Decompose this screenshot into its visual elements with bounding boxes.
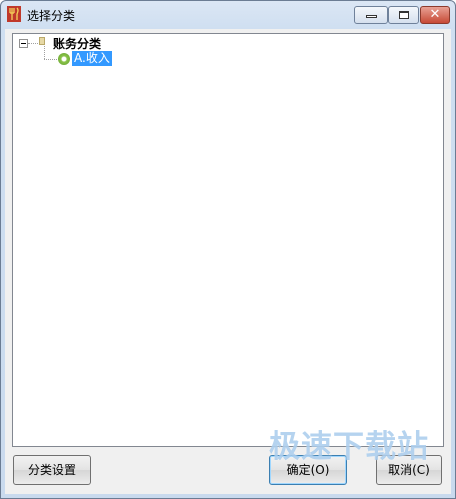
category-icon <box>58 53 70 65</box>
category-tree[interactable]: 账务分类 A.收入 <box>12 33 444 447</box>
app-fork-icon <box>7 6 21 22</box>
title-bar[interactable]: 选择分类 ✕ <box>1 1 455 29</box>
maximize-icon <box>399 11 409 19</box>
tree-connector-line <box>44 46 45 59</box>
collapse-toggle[interactable] <box>19 39 28 48</box>
cancel-button[interactable]: 取消(C) <box>376 455 442 485</box>
minimize-icon <box>366 15 377 18</box>
dialog-window: 选择分类 ✕ 账务分类 A.收入 分类设置 确定(O) 取消(C) 极速下载站 <box>0 0 456 499</box>
minimize-button[interactable] <box>354 6 388 24</box>
ok-button[interactable]: 确定(O) <box>269 455 347 485</box>
tree-connector-line <box>28 43 38 44</box>
dialog-content: 账务分类 A.收入 分类设置 确定(O) 取消(C) <box>5 29 451 494</box>
maximize-button[interactable] <box>388 6 419 24</box>
category-settings-button[interactable]: 分类设置 <box>13 455 91 485</box>
window-title: 选择分类 <box>27 9 76 23</box>
tree-root-label[interactable]: 账务分类 <box>53 35 101 52</box>
tree-node-income[interactable]: A.收入 <box>72 51 112 66</box>
close-button[interactable]: ✕ <box>420 6 450 24</box>
tree-connector-line <box>44 59 57 60</box>
close-icon: ✕ <box>429 7 441 22</box>
folder-icon <box>39 37 45 45</box>
